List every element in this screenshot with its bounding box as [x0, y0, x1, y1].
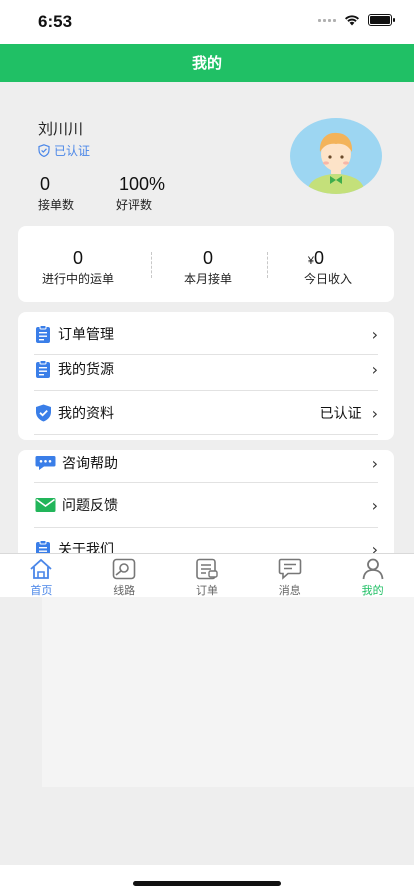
tab-label: 线路 [113, 584, 136, 597]
tab-label: 订单 [195, 584, 218, 597]
menu-item-label: 订单管理 [58, 327, 114, 343]
clipboard-icon [34, 325, 52, 343]
chevron-right-icon: › [371, 495, 378, 515]
monthly-orders-label: 本月接单 [183, 272, 232, 286]
clipboard-icon [34, 360, 52, 378]
status-time: 6:53 [38, 12, 73, 31]
menu-item-my-cargo[interactable]: 我的货源 › [34, 351, 378, 387]
menu-item-order-management[interactable]: 订单管理 › [34, 316, 378, 352]
verified-label: 已认证 [54, 144, 91, 158]
in-progress-shipments[interactable]: 0 进行中的运单 [18, 226, 138, 302]
shield-check-icon [38, 144, 50, 157]
menu-group-2: 咨询帮助 › 问题反馈 › 关于我们 › [18, 450, 394, 554]
tab-bar: 首页 线路 订单 消息 我的 [0, 553, 414, 597]
signal-icon [318, 18, 336, 22]
tab-label: 我的 [361, 584, 384, 597]
today-income[interactable]: ¥0 今日收入 [268, 226, 388, 302]
divider [34, 390, 378, 391]
menu-item-label: 我的货源 [58, 362, 114, 378]
tab-profile[interactable]: 我的 [331, 554, 414, 597]
chevron-right-icon: › [371, 403, 378, 423]
home-indicator[interactable] [133, 881, 281, 886]
user-name: 刘川川 [38, 120, 84, 138]
menu-item-feedback[interactable]: 问题反馈 › [34, 487, 378, 523]
avatar[interactable] [290, 118, 382, 194]
summary-card: 0 进行中的运单 0 本月接单 ¥0 今日收入 [18, 226, 394, 302]
route-icon [112, 558, 136, 580]
order-icon [196, 558, 218, 580]
status-bar: 6:53 [0, 0, 414, 44]
page-title: 我的 [191, 54, 222, 72]
divider [34, 482, 378, 483]
wifi-icon [345, 15, 359, 26]
menu-item-my-profile[interactable]: 我的资料 已认证 › [34, 395, 378, 431]
chevron-right-icon: › [371, 359, 378, 379]
today-income-value: ¥0 [256, 248, 376, 269]
tab-messages[interactable]: 消息 [248, 554, 331, 597]
orders-taken-count: 0 [40, 174, 51, 194]
tab-routes[interactable]: 线路 [83, 554, 166, 597]
in-progress-label: 进行中的运单 [41, 272, 114, 286]
in-progress-count: 0 [72, 248, 83, 268]
shield-check-icon [34, 404, 52, 422]
nav-bar: 我的 [0, 44, 414, 82]
menu-group-1: 订单管理 › 我的货源 › 我的资料 已认证 › [18, 312, 394, 440]
tab-label: 首页 [30, 584, 53, 597]
menu-item-label: 咨询帮助 [62, 456, 118, 472]
today-income-amount: 0 [314, 248, 325, 268]
monthly-orders[interactable]: 0 本月接单 [148, 226, 268, 302]
good-rating-label: 好评数 [116, 198, 153, 212]
status-icons [318, 14, 395, 26]
battery-icon [368, 14, 395, 26]
menu-item-help[interactable]: 咨询帮助 › [34, 450, 378, 481]
message-icon [278, 558, 302, 580]
tab-label: 消息 [278, 584, 301, 597]
menu-item-about-us[interactable]: 关于我们 › [34, 531, 378, 554]
tab-home[interactable]: 首页 [0, 554, 83, 597]
chat-bubble-icon [34, 454, 56, 472]
menu-item-label: 我的资料 [58, 406, 114, 422]
chevron-right-icon: › [371, 539, 378, 555]
envelope-icon [34, 496, 56, 514]
good-rating-value: 100% [119, 174, 166, 194]
divider [34, 527, 378, 528]
divider [34, 434, 378, 435]
chevron-right-icon: › [371, 324, 378, 344]
profile-status-value: 已认证 [319, 406, 362, 422]
empty-panel [42, 597, 414, 787]
home-icon [30, 558, 52, 579]
avatar-illustration [308, 132, 364, 194]
monthly-orders-count: 0 [202, 248, 213, 268]
orders-taken-label: 接单数 [38, 198, 75, 212]
chevron-right-icon: › [371, 453, 378, 473]
tab-orders[interactable]: 订单 [166, 554, 249, 597]
user-icon [362, 558, 383, 580]
today-income-label: 今日收入 [303, 272, 352, 286]
clipboard-icon [34, 540, 52, 554]
verified-badge: 已认证 [38, 142, 90, 159]
menu-item-label: 问题反馈 [62, 498, 118, 514]
menu-item-label: 关于我们 [58, 542, 114, 554]
